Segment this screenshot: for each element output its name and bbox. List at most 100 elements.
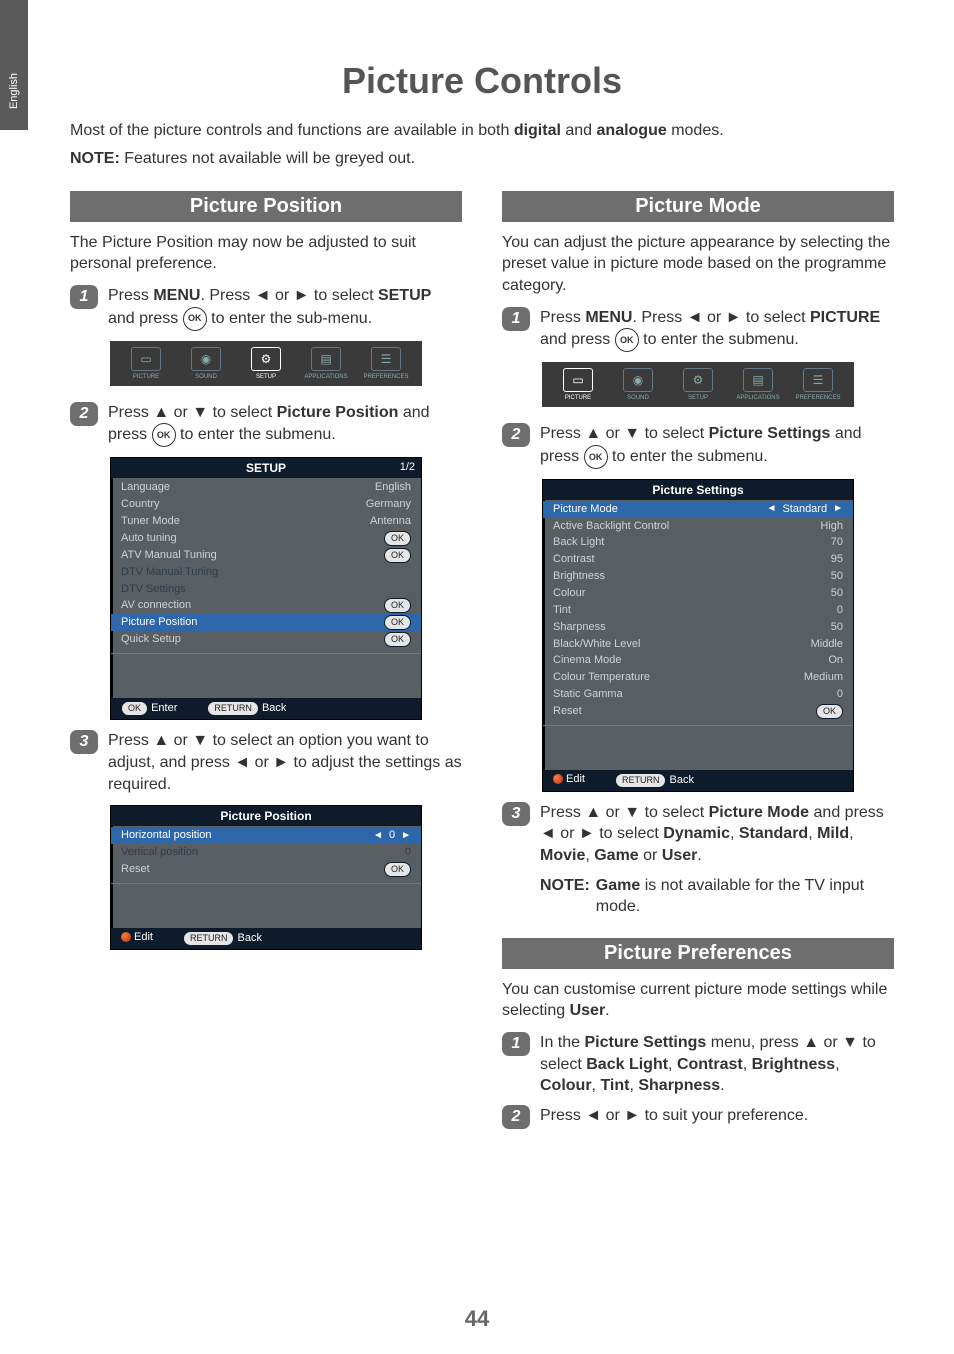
row-value: OK — [384, 615, 411, 630]
menu-applications[interactable]: ▤APPLICATIONS — [733, 368, 783, 401]
dot-icon — [553, 774, 563, 784]
menu-row[interactable]: Brightness 50 — [543, 568, 853, 585]
picture-preferences-intro: You can customise current picture mode s… — [502, 979, 894, 1022]
row-value: 95 — [831, 552, 843, 567]
row-value: OK — [816, 704, 843, 719]
menu-strip-setup: ▭PICTURE ◉SOUND ⚙SETUP ▤APPLICATIONS ☰PR… — [110, 341, 422, 386]
menu-preferences[interactable]: ☰PREFERENCES — [793, 368, 843, 401]
row-label: Back Light — [553, 535, 604, 550]
menu-row[interactable]: Static Gamma 0 — [543, 686, 853, 703]
row-value: OK — [384, 531, 411, 546]
row-value: 0 — [837, 687, 843, 702]
ok-icon: OK — [615, 328, 639, 352]
intro-line-1: Most of the picture controls and functio… — [70, 120, 894, 142]
menu-row[interactable]: Vertical position0 — [111, 844, 421, 861]
menu-row[interactable]: Back Light70 — [543, 534, 853, 551]
row-label: Black/White Level — [553, 637, 640, 652]
foot-back[interactable]: RETURN Back — [183, 931, 262, 946]
row-label: Picture Position — [121, 615, 197, 630]
row-label: DTV Manual Tuning — [121, 565, 218, 580]
prefs-icon: ☰ — [371, 347, 401, 371]
row-label: Colour — [553, 586, 585, 601]
picture-position-intro: The Picture Position may now be adjusted… — [70, 232, 462, 275]
row-label: DTV Settings — [121, 582, 186, 597]
row-value: OK — [384, 548, 411, 563]
menu-row[interactable]: Sharpness50 — [543, 619, 853, 636]
menu-picture[interactable]: ▭PICTURE — [121, 347, 171, 380]
menu-row[interactable]: Colour50 — [543, 585, 853, 602]
menu-row[interactable]: Picture Mode ◄Standard► — [543, 501, 853, 518]
menu-row[interactable]: Country Germany — [111, 496, 421, 513]
menu-row[interactable]: DTV Manual Tuning — [111, 564, 421, 581]
step-2: 2 Press ▲ or ▼ to select Picture Setting… — [502, 423, 894, 469]
menu-row[interactable]: AV connectionOK — [111, 597, 421, 614]
row-value: ◄Standard► — [767, 502, 843, 517]
row-label: Vertical position — [121, 845, 198, 860]
language-tab: English — [0, 0, 28, 130]
row-value: Germany — [366, 497, 411, 512]
ok-icon: OK — [152, 423, 176, 447]
step-badge: 2 — [502, 423, 530, 447]
row-value: English — [375, 480, 411, 495]
row-label: Brightness — [553, 569, 605, 584]
foot-back[interactable]: RETURN Back — [207, 701, 286, 716]
section-header-picture-preferences: Picture Preferences — [502, 938, 894, 969]
menu-row[interactable]: Cinema ModeOn — [543, 652, 853, 669]
menu-row[interactable]: ResetOK — [111, 861, 421, 878]
setup-panel: SETUP1/2 LanguageEnglishCountryGermanyTu… — [110, 457, 422, 720]
menu-sound[interactable]: ◉SOUND — [613, 368, 663, 401]
page-number: 44 — [0, 1306, 954, 1332]
menu-row[interactable]: Auto tuningOK — [111, 530, 421, 547]
step-badge: 1 — [70, 285, 98, 309]
row-value: On — [828, 653, 843, 668]
menu-row[interactable]: Quick SetupOK — [111, 631, 421, 648]
row-value: 50 — [831, 569, 843, 584]
step-1: 1 Press MENU. Press ◄ or ► to select SET… — [70, 285, 462, 331]
foot-edit[interactable]: Edit — [121, 931, 153, 946]
menu-row[interactable]: Tint0 — [543, 602, 853, 619]
menu-row[interactable]: Horizontal position◄0► — [111, 827, 421, 844]
row-value: OK — [384, 598, 411, 613]
menu-preferences[interactable]: ☰PREFERENCES — [361, 347, 411, 380]
picture-settings-panel: Picture Settings Picture Mode◄Standard►A… — [542, 479, 854, 792]
gear-icon: ⚙ — [683, 368, 713, 392]
row-label: Horizontal position — [121, 828, 212, 843]
intro-line-2: NOTE: Features not available will be gre… — [70, 148, 894, 170]
dot-icon — [121, 932, 131, 942]
menu-sound[interactable]: ◉SOUND — [181, 347, 231, 380]
row-label: Tuner Mode — [121, 514, 180, 529]
right-column: Picture Mode You can adjust the picture … — [502, 185, 894, 1137]
menu-row[interactable]: Black/White Level Middle — [543, 636, 853, 653]
menu-row[interactable]: Active Backlight ControlHigh — [543, 518, 853, 535]
menu-setup[interactable]: ⚙SETUP — [673, 368, 723, 401]
ok-icon: OK — [584, 445, 608, 469]
menu-row[interactable]: ResetOK — [543, 703, 853, 720]
row-value: Middle — [811, 637, 843, 652]
menu-row[interactable]: Tuner ModeAntenna — [111, 513, 421, 530]
row-label: Static Gamma — [553, 687, 623, 702]
row-label: Tint — [553, 603, 571, 618]
menu-row[interactable]: Colour TemperatureMedium — [543, 669, 853, 686]
row-label: Language — [121, 480, 170, 495]
menu-row[interactable]: Picture Position OK — [111, 614, 421, 631]
foot-enter[interactable]: OK Enter — [121, 701, 177, 716]
menu-row[interactable]: ATV Manual TuningOK — [111, 547, 421, 564]
pref-step-1: 1 In the Picture Settings menu, press ▲ … — [502, 1032, 894, 1097]
menu-applications[interactable]: ▤APPLICATIONS — [301, 347, 351, 380]
menu-row[interactable]: Language English — [111, 479, 421, 496]
menu-row[interactable]: DTV Settings — [111, 581, 421, 598]
picture-icon: ▭ — [131, 347, 161, 371]
menu-picture[interactable]: ▭PICTURE — [553, 368, 603, 401]
left-column: Picture Position The Picture Position ma… — [70, 185, 462, 1137]
step-badge: 2 — [70, 402, 98, 426]
step-3: 3 Press ▲ or ▼ to select an option you w… — [70, 730, 462, 795]
row-label: Country — [121, 497, 160, 512]
foot-edit[interactable]: Edit — [553, 773, 585, 788]
menu-row[interactable]: Contrast95 — [543, 551, 853, 568]
row-label: Picture Mode — [553, 502, 618, 517]
ok-icon: OK — [183, 307, 207, 331]
foot-back[interactable]: RETURN Back — [615, 773, 694, 788]
step-badge: 3 — [70, 730, 98, 754]
picture-icon: ▭ — [563, 368, 593, 392]
menu-setup[interactable]: ⚙SETUP — [241, 347, 291, 380]
